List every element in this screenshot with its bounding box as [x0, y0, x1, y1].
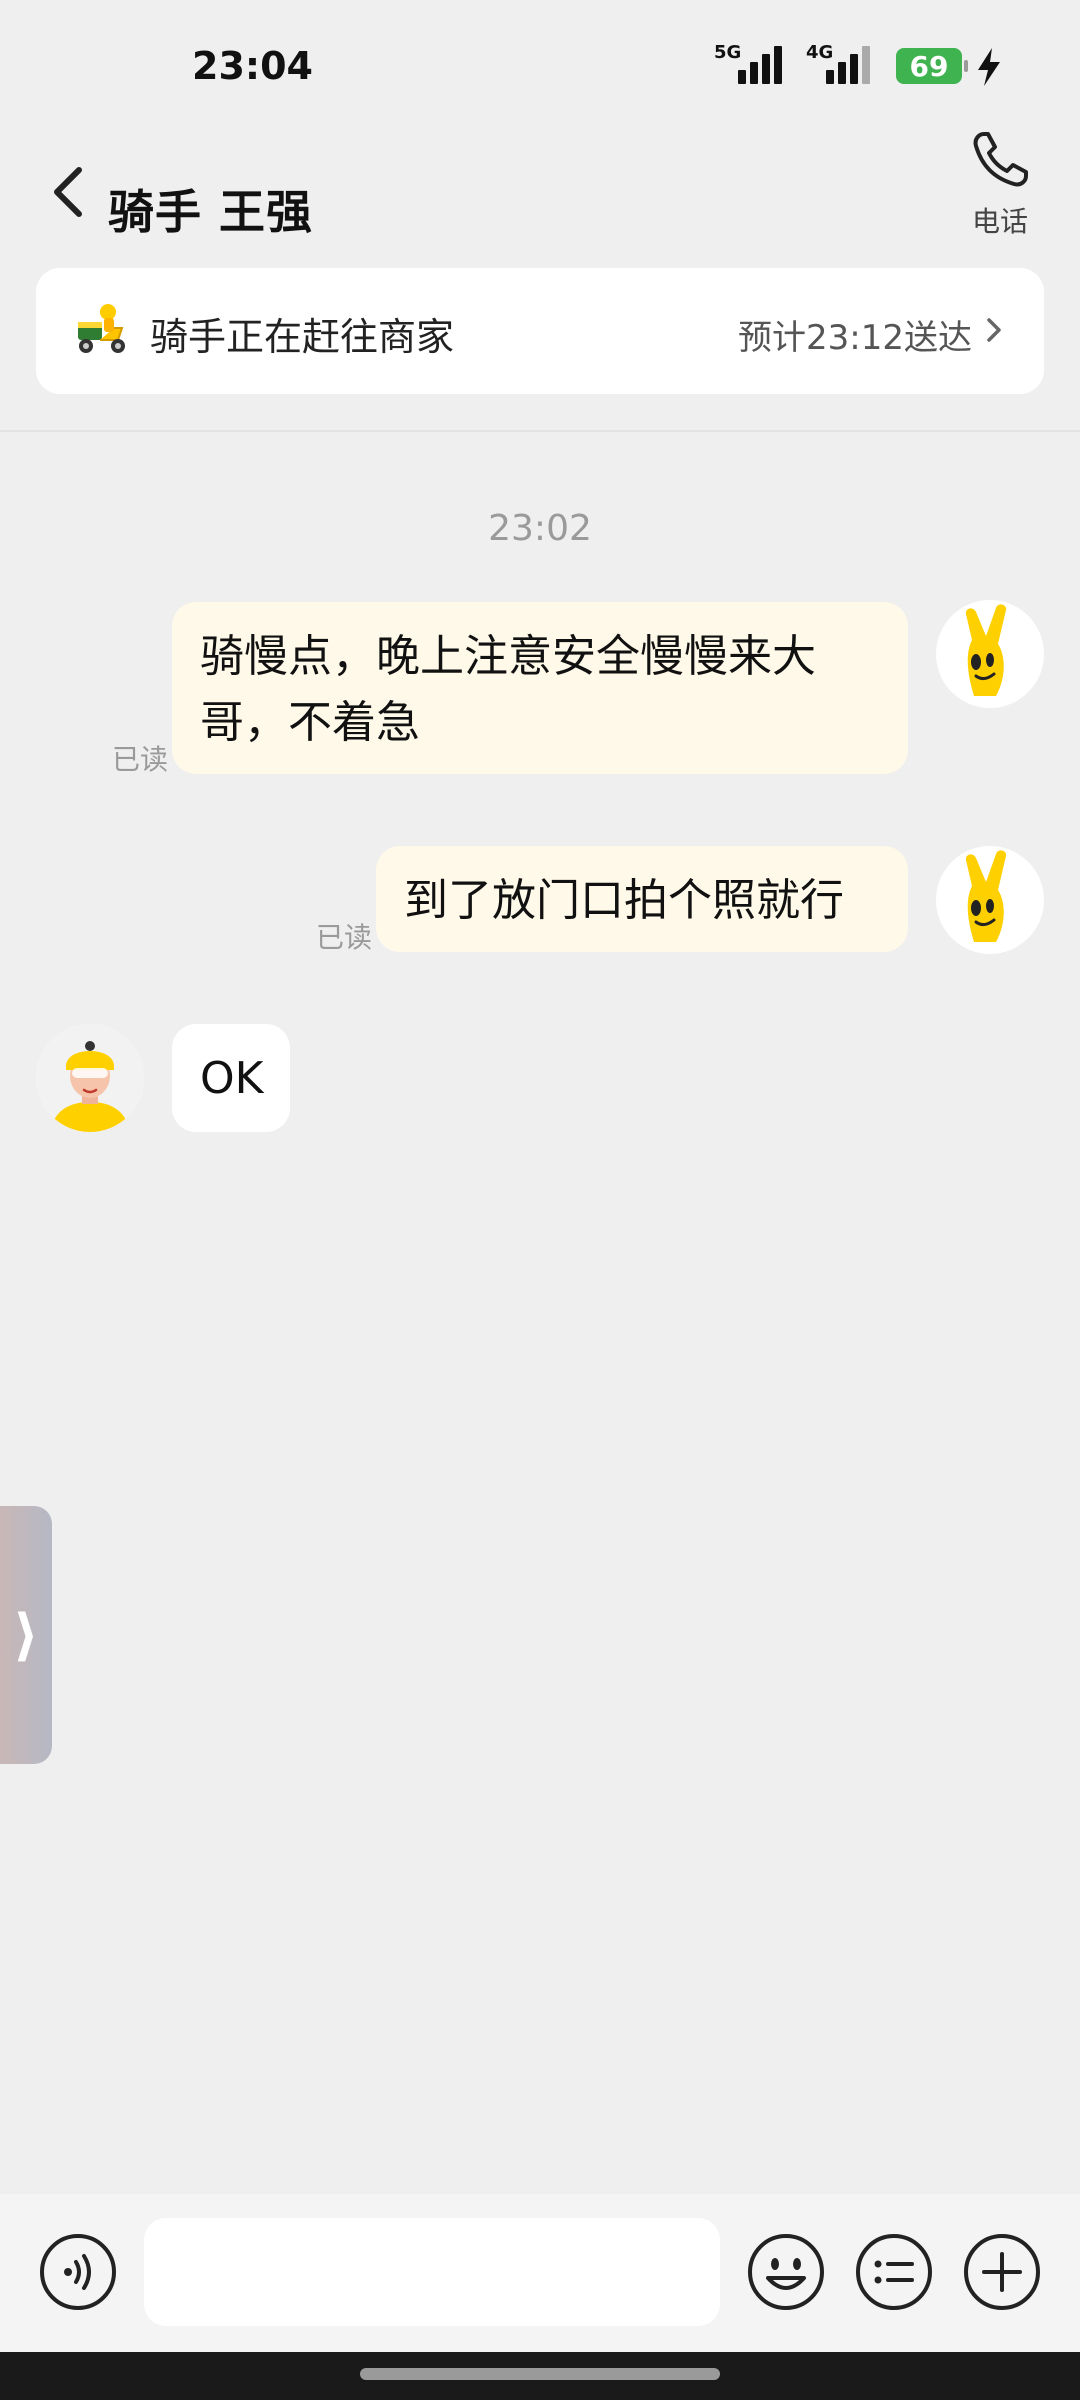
user-avatar[interactable]: [936, 846, 1044, 954]
list-icon[interactable]: [854, 2232, 934, 2312]
side-expand-tab[interactable]: ⟩: [0, 1506, 52, 1764]
phone-button[interactable]: 电话: [960, 130, 1040, 250]
plus-icon[interactable]: [962, 2232, 1042, 2312]
incoming-message[interactable]: OK: [172, 1024, 290, 1132]
network-type-1: 5G: [714, 42, 742, 63]
emoji-icon[interactable]: [746, 2232, 826, 2312]
chevron-right-icon: [987, 318, 1001, 342]
phone-label: 电话: [971, 205, 1028, 238]
delivery-eta: 预计23:12送达: [738, 318, 972, 358]
rider-avatar[interactable]: [36, 1024, 144, 1132]
status-time: 23:04: [192, 44, 313, 88]
delivery-status-card[interactable]: 骑手正在赶往商家 预计23:12送达: [36, 268, 1044, 394]
read-receipt: 已读: [316, 921, 373, 954]
status-icons: 5G 4G 69: [712, 42, 1002, 88]
avatar-mascot-icon: [965, 604, 1007, 696]
rider-avatar-icon: [36, 1024, 144, 1132]
message-timestamp: 23:02: [488, 508, 592, 549]
chevron-left-icon: [54, 167, 82, 217]
charging-bolt-icon: [978, 48, 1000, 86]
battery-icon: 69: [896, 48, 968, 84]
status-bar: 23:04 5G 4G 69: [0, 0, 1080, 130]
message-input[interactable]: [144, 2218, 720, 2326]
user-avatar[interactable]: [936, 600, 1044, 708]
network-type-2: 4G: [806, 42, 834, 63]
voice-icon[interactable]: [38, 2232, 118, 2312]
signal-5g-icon: 5G: [712, 42, 790, 88]
message-input-bar: [0, 2194, 1080, 2352]
battery-level: 69: [909, 49, 949, 83]
delivery-status-text: 骑手正在赶往商家: [150, 315, 455, 359]
chat-header: 骑手 王强 电话: [0, 130, 1080, 260]
outgoing-message[interactable]: 骑慢点，晚上注意安全慢慢来大 哥，不着急: [172, 602, 908, 774]
read-receipt: 已读: [112, 743, 169, 776]
scooter-icon: [78, 304, 125, 353]
header-divider: [0, 430, 1080, 432]
page-title: 骑手 王强: [108, 185, 314, 239]
phone-icon: [973, 132, 1028, 187]
outgoing-message[interactable]: 到了放门口拍个照就行: [376, 846, 908, 952]
system-nav-bar: [0, 2352, 1080, 2400]
signal-4g-icon: 4G: [804, 42, 882, 88]
back-button[interactable]: [40, 152, 96, 232]
home-indicator[interactable]: [360, 2368, 720, 2380]
avatar-mascot-icon: [965, 850, 1007, 942]
chevron-right-icon: ⟩: [13, 1602, 39, 1668]
